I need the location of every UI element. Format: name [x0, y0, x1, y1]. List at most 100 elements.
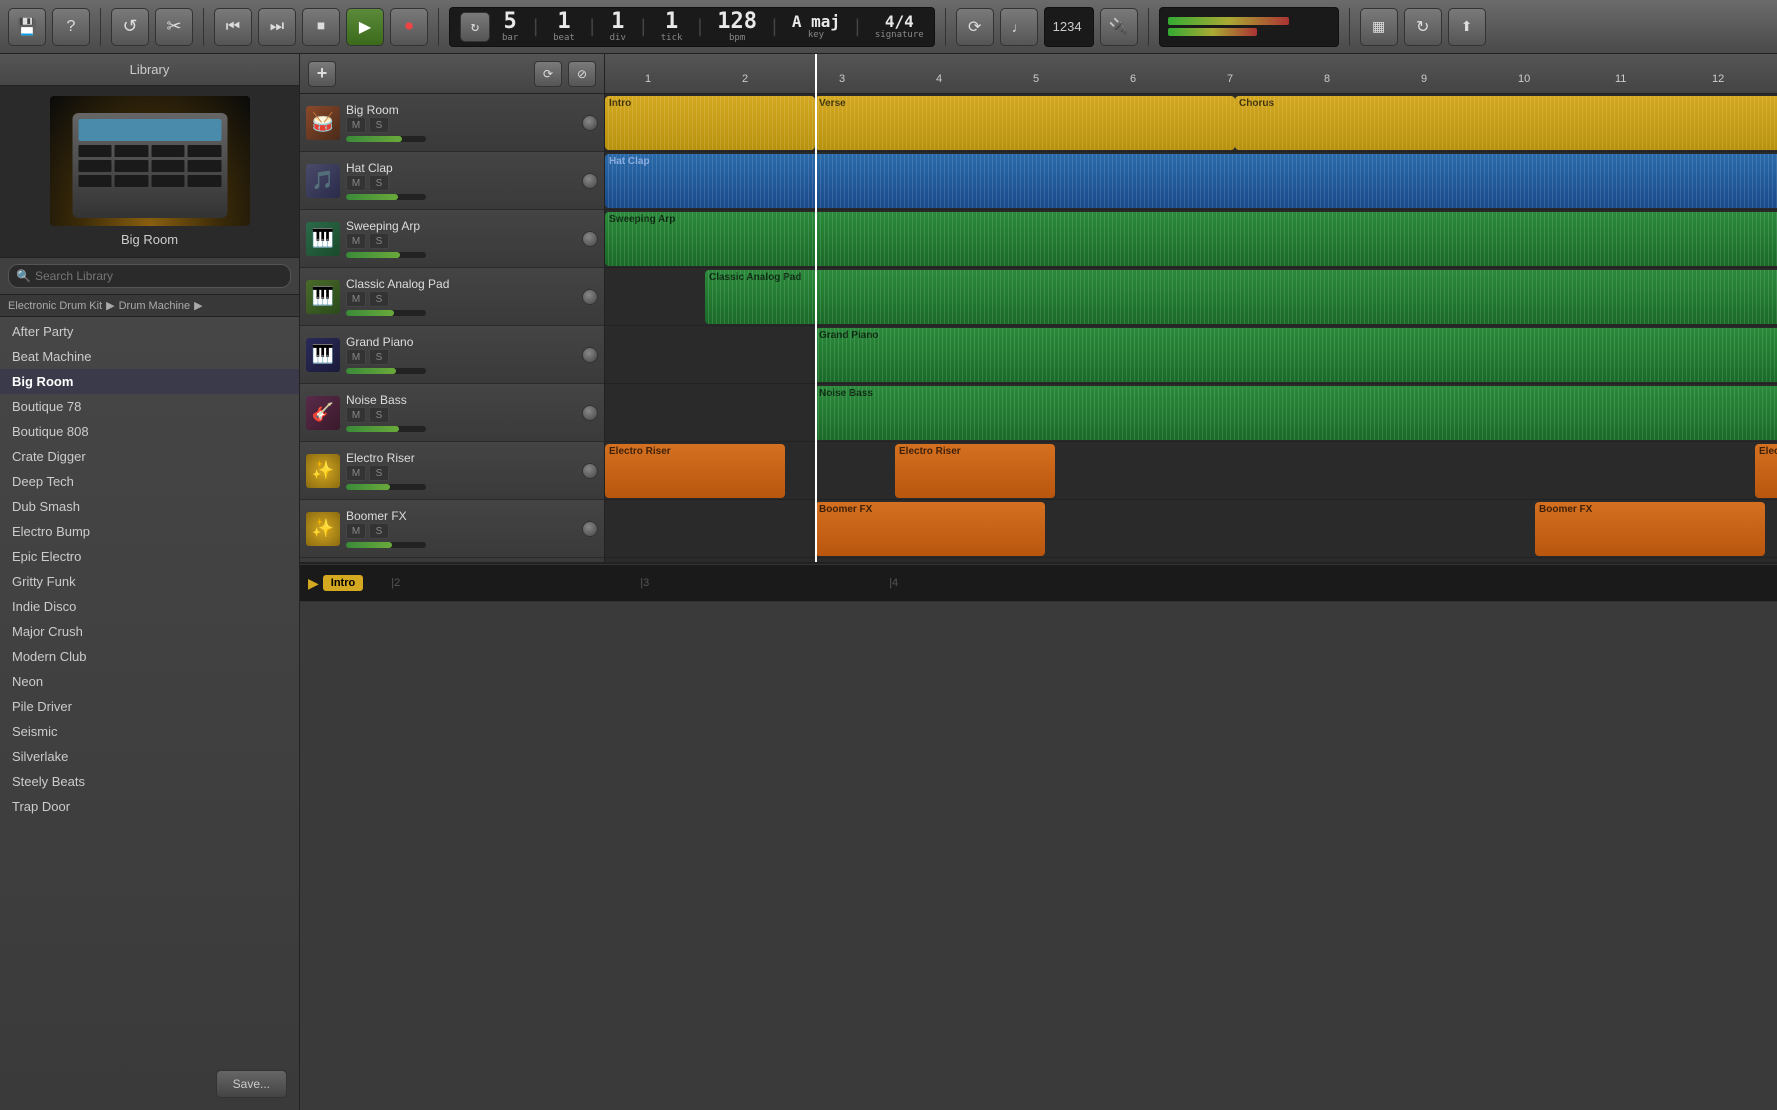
loop-button[interactable]: ↻ [1404, 8, 1442, 46]
track-name-grandpiano: Grand Piano [346, 335, 572, 349]
vol-knob-bigroom[interactable] [582, 115, 598, 131]
metronome-button[interactable]: ♩ [1000, 8, 1038, 46]
library-item-boutique-78[interactable]: Boutique 78 [0, 394, 299, 419]
track-controls-electroriser: M S [346, 465, 572, 490]
library-item-big-room[interactable]: Big Room [0, 369, 299, 394]
sync-button[interactable]: ⟳ [956, 8, 994, 46]
stop-button[interactable]: ⏹ [302, 8, 340, 46]
fastforward-button[interactable]: ⏭ [258, 8, 296, 46]
clip-boomer2[interactable]: Boomer FX [1535, 502, 1765, 556]
grid-button[interactable]: ▦ [1360, 8, 1398, 46]
play-button[interactable]: ▶ [346, 8, 384, 46]
transport-bpm: 128 bpm [717, 11, 757, 43]
plugin-button[interactable]: 🔌 [1100, 8, 1138, 46]
library-item-crate-digger[interactable]: Crate Digger [0, 444, 299, 469]
save-button[interactable]: 💾 [8, 8, 46, 46]
solo-btn-electroriser[interactable]: S [369, 465, 389, 481]
vol-slider-boomerfx[interactable] [346, 542, 426, 548]
clip-chorus[interactable]: Chorus [1235, 96, 1777, 150]
clip-sweeping[interactable]: Sweeping Arp [605, 212, 1777, 266]
clip-intro[interactable]: Intro [605, 96, 815, 150]
help-button[interactable]: ? [52, 8, 90, 46]
mute-btn-analogpad[interactable]: M [346, 291, 366, 307]
vol-slider-grandpiano[interactable] [346, 368, 426, 374]
library-item-electro-bump[interactable]: Electro Bump [0, 519, 299, 544]
solo-btn-boomerfx[interactable]: S [369, 523, 389, 539]
library-item-beat-machine[interactable]: Beat Machine [0, 344, 299, 369]
rewind-button[interactable]: ⏮ [214, 8, 252, 46]
vol-slider-swparp[interactable] [346, 252, 426, 258]
library-item-modern-club[interactable]: Modern Club [0, 644, 299, 669]
vol-slider-analogpad[interactable] [346, 310, 426, 316]
share-button[interactable]: ⬆ [1448, 8, 1486, 46]
library-item-epic-electro[interactable]: Epic Electro [0, 544, 299, 569]
clip-riser2[interactable]: Electro Riser [895, 444, 1055, 498]
record-button[interactable]: ⏺ [390, 8, 428, 46]
save-button[interactable]: Save... [216, 1070, 287, 1098]
breadcrumb-arrow: ▶ [106, 299, 114, 312]
solo-btn-analogpad[interactable]: S [369, 291, 389, 307]
library-item-trap-door[interactable]: Trap Door [0, 794, 299, 819]
mute-btn-noisebass[interactable]: M [346, 407, 366, 423]
mute-btn-electroriser[interactable]: M [346, 465, 366, 481]
vol-slider-noisebass[interactable] [346, 426, 426, 432]
add-track-button[interactable]: + [308, 61, 336, 87]
vol-slider-hatclap[interactable] [346, 194, 426, 200]
solo-btn-swparp[interactable]: S [369, 233, 389, 249]
clip-boomer1[interactable]: Boomer FX [815, 502, 1045, 556]
solo-btn-grandpiano[interactable]: S [369, 349, 389, 365]
vol-slider-bigroom[interactable] [346, 136, 426, 142]
search-bar: 🔍 [0, 258, 299, 295]
vol-knob-electroriser[interactable] [582, 463, 598, 479]
breadcrumb-item-2[interactable]: Drum Machine [119, 300, 191, 312]
toolbar-sep-4 [945, 8, 946, 46]
library-item-neon[interactable]: Neon [0, 669, 299, 694]
track-info-electroriser: Electro Riser M S [346, 451, 572, 490]
mute-btn-swparp[interactable]: M [346, 233, 366, 249]
mute-btn-bigroom[interactable]: M [346, 117, 366, 133]
library-item-steely-beats[interactable]: Steely Beats [0, 769, 299, 794]
bpm-label: bpm [717, 33, 757, 43]
library-item-indie-disco[interactable]: Indie Disco [0, 594, 299, 619]
library-item-seismic[interactable]: Seismic [0, 719, 299, 744]
library-item-deep-tech[interactable]: Deep Tech [0, 469, 299, 494]
clip-analog[interactable]: Classic Analog Pad [705, 270, 1777, 324]
clip-piano[interactable]: Grand Piano [815, 328, 1777, 382]
solo-btn-noisebass[interactable]: S [369, 407, 389, 423]
clip-hatclap[interactable]: Hat Clap [605, 154, 1777, 208]
vol-knob-swparp[interactable] [582, 231, 598, 247]
beat-value: 1 [553, 11, 575, 33]
vol-knob-grandpiano[interactable] [582, 347, 598, 363]
vol-knob-hatclap[interactable] [582, 173, 598, 189]
solo-btn-hatclap[interactable]: S [369, 175, 389, 191]
library-item-pile-driver[interactable]: Pile Driver [0, 694, 299, 719]
mute-btn-hatclap[interactable]: M [346, 175, 366, 191]
breadcrumb-item-1[interactable]: Electronic Drum Kit [8, 300, 102, 312]
library-item-silverlake[interactable]: Silverlake [0, 744, 299, 769]
library-item-gritty-funk[interactable]: Gritty Funk [0, 569, 299, 594]
mute-btn-grandpiano[interactable]: M [346, 349, 366, 365]
vol-knob-noisebass[interactable] [582, 405, 598, 421]
clip-riser1[interactable]: Electro Riser [605, 444, 785, 498]
undo-button[interactable]: ↺ [111, 8, 149, 46]
search-input[interactable] [8, 264, 291, 288]
library-item-boutique-808[interactable]: Boutique 808 [0, 419, 299, 444]
loop-section-button[interactable]: ⟳ [534, 61, 562, 87]
track-name-noisebass: Noise Bass [346, 393, 572, 407]
scissors-button[interactable]: ✂ [155, 8, 193, 46]
intro-waves [605, 96, 815, 150]
clip-riser3[interactable]: Electro Riser [1755, 444, 1777, 498]
cycle-button[interactable]: ↻ [460, 12, 490, 42]
library-item-after-party[interactable]: After Party [0, 319, 299, 344]
clip-bass[interactable]: Noise Bass [815, 386, 1777, 440]
solo-btn-bigroom[interactable]: S [369, 117, 389, 133]
vol-slider-electroriser[interactable] [346, 484, 426, 490]
vol-knob-analogpad[interactable] [582, 289, 598, 305]
clip-verse[interactable]: Verse [815, 96, 1235, 150]
vol-knob-boomerfx[interactable] [582, 521, 598, 537]
mute-btn-boomerfx[interactable]: M [346, 523, 366, 539]
library-item-dub-smash[interactable]: Dub Smash [0, 494, 299, 519]
bottom-area: ▶ Intro |2 |3 |4 Electronic [300, 564, 1777, 1110]
library-item-major-crush[interactable]: Major Crush [0, 619, 299, 644]
filter-button[interactable]: ⊘ [568, 61, 596, 87]
